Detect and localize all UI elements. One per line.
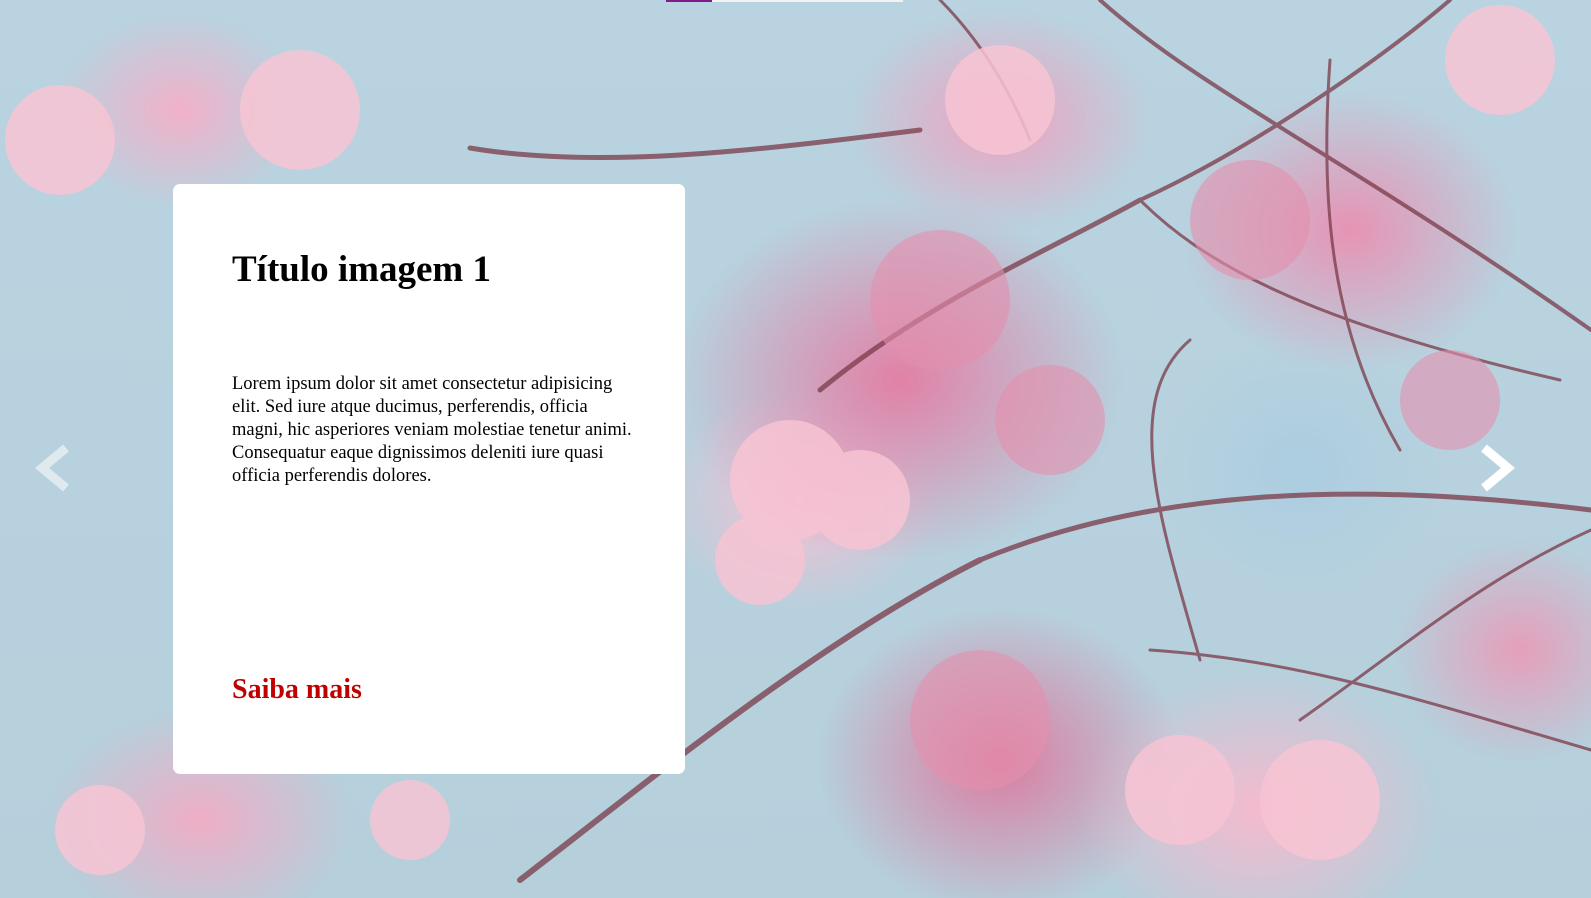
slide-progress-indicator bbox=[666, 0, 903, 2]
saiba-mais-link[interactable]: Saiba mais bbox=[232, 674, 362, 706]
prev-slide-button[interactable] bbox=[30, 440, 80, 496]
image-slider: Título imagem 1 Lorem ipsum dolor sit am… bbox=[0, 0, 1591, 898]
chevron-left-icon bbox=[34, 444, 69, 492]
chevron-right-icon bbox=[1481, 444, 1516, 492]
slide-caption-card: Título imagem 1 Lorem ipsum dolor sit am… bbox=[173, 184, 685, 774]
slide-description: Lorem ipsum dolor sit amet consectetur a… bbox=[232, 374, 632, 486]
slide-progress-active bbox=[666, 0, 712, 2]
slide-title: Título imagem 1 bbox=[232, 249, 491, 290]
next-slide-button[interactable] bbox=[1470, 440, 1520, 496]
